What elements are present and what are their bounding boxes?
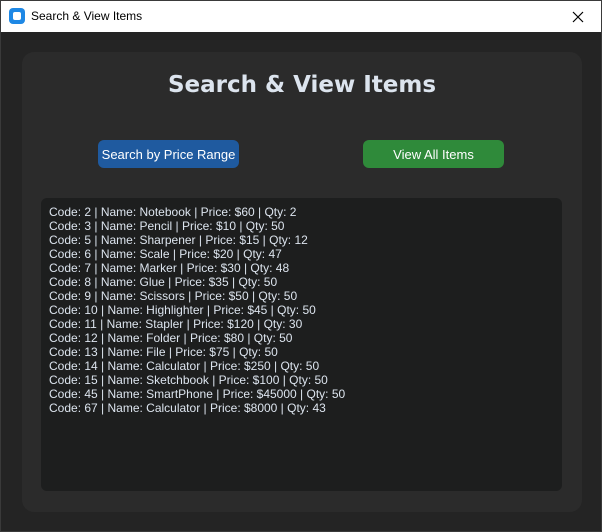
window-title: Search & View Items — [31, 9, 143, 23]
main-frame: Search & View Items Search by Price Rang… — [22, 52, 582, 512]
results-textbox[interactable]: Code: 2 | Name: Notebook | Price: $60 | … — [41, 198, 562, 491]
result-line: Code: 9 | Name: Scissors | Price: $50 | … — [49, 289, 298, 303]
result-line: Code: 7 | Name: Marker | Price: $30 | Qt… — [49, 261, 290, 275]
title-bar: Search & View Items — [1, 1, 601, 32]
result-line: Code: 11 | Name: Stapler | Price: $120 |… — [49, 317, 303, 331]
result-line: Code: 45 | Name: SmartPhone | Price: $45… — [49, 387, 346, 401]
result-line: Code: 14 | Name: Calculator | Price: $25… — [49, 359, 320, 373]
result-line: Code: 13 | Name: File | Price: $75 | Qty… — [49, 345, 278, 359]
close-button[interactable] — [555, 1, 601, 32]
result-line: Code: 2 | Name: Notebook | Price: $60 | … — [49, 205, 297, 219]
search-by-price-button[interactable]: Search by Price Range — [98, 140, 239, 168]
result-line: Code: 3 | Name: Pencil | Price: $10 | Qt… — [49, 219, 285, 233]
view-all-items-button[interactable]: View All Items — [363, 140, 504, 168]
result-line: Code: 5 | Name: Sharpener | Price: $15 |… — [49, 233, 308, 247]
page-title: Search & View Items — [167, 72, 437, 98]
result-line: Code: 67 | Name: Calculator | Price: $80… — [49, 401, 326, 415]
result-line: Code: 15 | Name: Sketchbook | Price: $10… — [49, 373, 328, 387]
close-icon — [572, 11, 584, 22]
result-line: Code: 8 | Name: Glue | Price: $35 | Qty:… — [49, 275, 278, 289]
result-line: Code: 6 | Name: Scale | Price: $20 | Qty… — [49, 247, 282, 261]
app-icon — [9, 8, 25, 24]
result-line: Code: 10 | Name: Highlighter | Price: $4… — [49, 303, 316, 317]
result-line: Code: 12 | Name: Folder | Price: $80 | Q… — [49, 331, 293, 345]
app-window: Search & View Items Search & View Items … — [0, 0, 602, 532]
